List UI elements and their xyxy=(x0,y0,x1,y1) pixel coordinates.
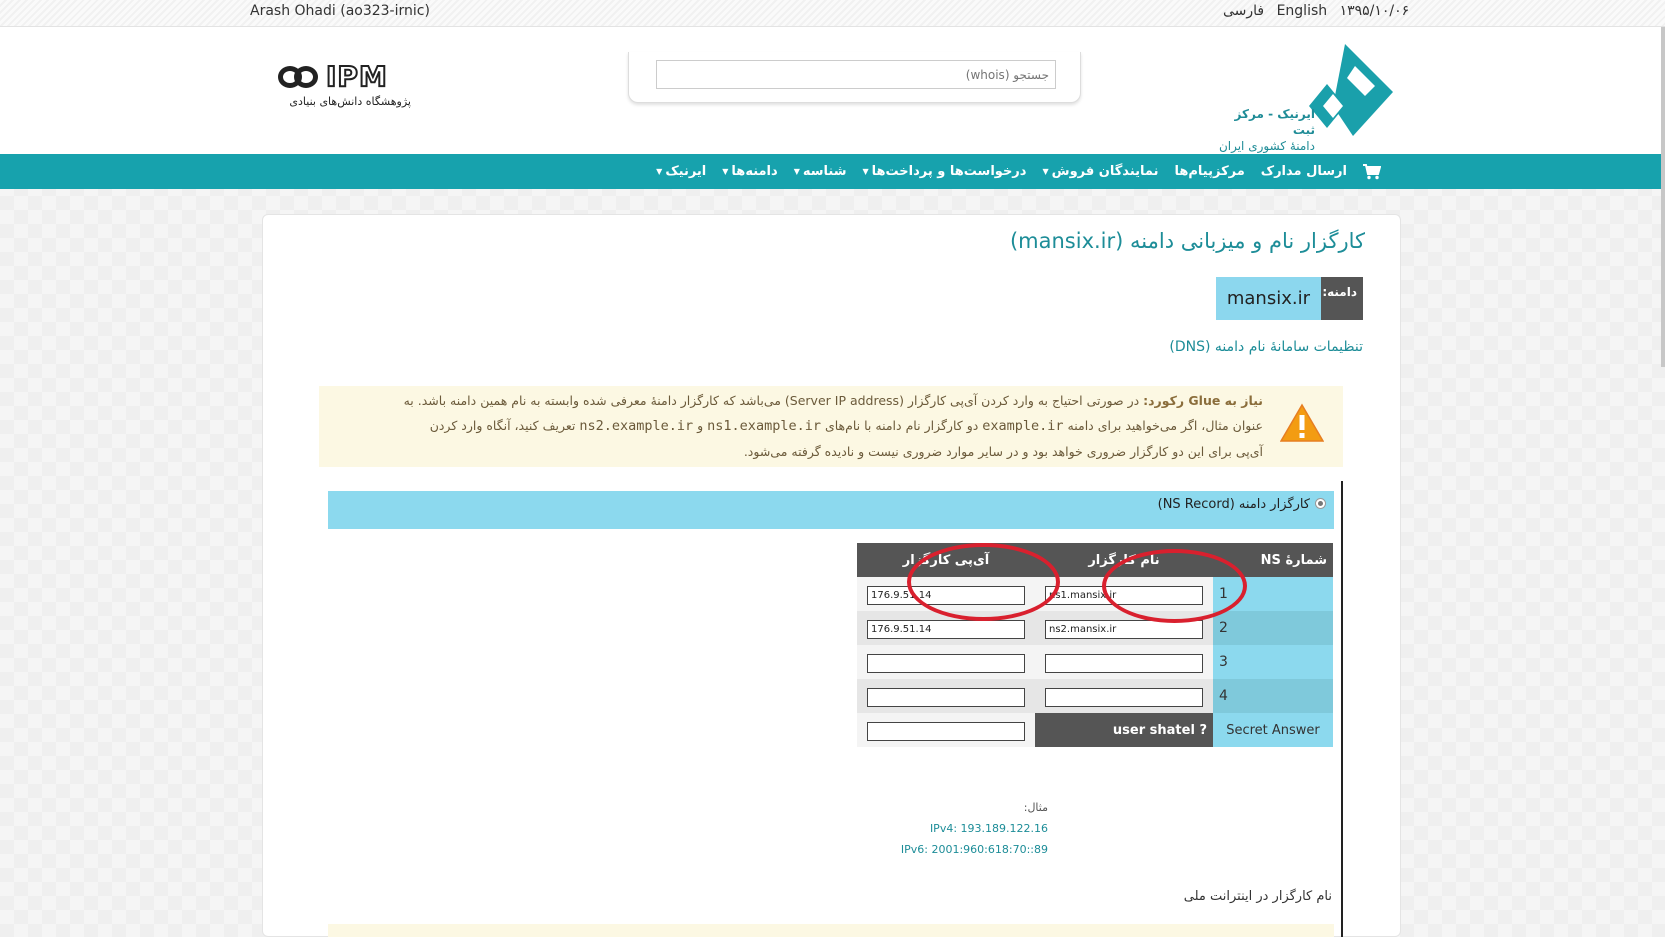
ip-example: مثال: IPv4: 193.189.122.16 IPv6: 2001:96… xyxy=(848,797,1048,860)
ipm-subtitle: پژوهشگاه دانش‌های بنیادی xyxy=(289,95,411,108)
ns-number: 2 xyxy=(1213,611,1333,645)
warning-example-ns1: ns1.example.ir xyxy=(707,418,821,434)
table-row: Secret Answer user shatel ? xyxy=(857,713,1333,747)
whois-search-box xyxy=(628,52,1081,103)
table-row: 3 xyxy=(857,645,1333,679)
user-name[interactable]: Arash Ohadi (ao323-irnic) xyxy=(250,3,430,19)
table-row: 4 xyxy=(857,679,1333,713)
nav-messages-label: مرکزپیام‌ها xyxy=(1174,164,1245,179)
nav-cart[interactable] xyxy=(1355,163,1397,180)
ns3-name-input[interactable] xyxy=(1045,654,1203,673)
caret-down-icon: ▼ xyxy=(722,167,729,176)
warning-text-2a: عنوان مثال، اگر می‌خواهید برای دامنه xyxy=(1063,418,1263,433)
secret-answer-input[interactable] xyxy=(867,722,1025,741)
warning-line-1: نیاز به Glue رکورد: در صورتی احتیاج به و… xyxy=(329,388,1263,413)
nav-documents[interactable]: ارسال مدارک xyxy=(1253,164,1355,179)
nav-domains-label: دامنه‌ها xyxy=(731,164,778,179)
ns3-ip-input[interactable] xyxy=(867,654,1025,673)
nav-domains[interactable]: دامنه‌ها ▼ xyxy=(714,164,785,179)
page-title: کارگزار نام و میزبانی دامنه (mansix.ir) xyxy=(1009,229,1365,253)
national-intranet-heading: نام کارگزار در اینترانت ملی xyxy=(1183,889,1332,904)
ipm-logo[interactable]: IPM پژوهشگاه دانش‌های بنیادی xyxy=(278,60,418,123)
caret-down-icon: ▼ xyxy=(656,167,663,176)
ns-record-label: کارگزار دامنه (NS Record) xyxy=(1157,497,1310,512)
ns-number: 4 xyxy=(1213,679,1333,713)
warning-line-2: عنوان مثال، اگر می‌خواهید برای دامنه exa… xyxy=(329,413,1263,439)
secret-question: user shatel ? xyxy=(1035,713,1213,747)
warning-triangle-icon xyxy=(1280,403,1324,442)
nav-handle-label: شناسه xyxy=(802,164,847,179)
annotation-circle-name xyxy=(1102,549,1247,623)
whois-search-input[interactable] xyxy=(656,60,1056,89)
ns4-name-input[interactable] xyxy=(1045,688,1203,707)
domain-label: دامنه: xyxy=(1321,277,1363,320)
lang-en-link[interactable]: English xyxy=(1277,3,1328,19)
warning-text-2c: و xyxy=(693,418,708,433)
table-row: 2 xyxy=(857,611,1333,645)
shopping-cart-icon xyxy=(1363,163,1381,179)
irnic-name: ایرنیک - مرکز ثبت xyxy=(1234,107,1315,137)
scrollbar[interactable] xyxy=(1661,27,1665,367)
ns4-ip-input[interactable] xyxy=(867,688,1025,707)
main-panel: کارگزار نام و میزبانی دامنه (mansix.ir) … xyxy=(262,214,1401,937)
irnic-subtitle: دامنهٔ کشوری ایران xyxy=(1218,139,1315,153)
annotation-circle-ip xyxy=(907,543,1060,621)
domain-value: mansix.ir xyxy=(1215,277,1321,320)
irnic-logo-text: ایرنیک - مرکز ثبت دامنهٔ کشوری ایران xyxy=(1215,106,1315,154)
ipm-logo-text: IPM xyxy=(325,60,388,93)
main-nav: ایرنیک ▼ دامنه‌ها ▼ شناسه ▼ درخواست‌ها و پر… xyxy=(0,154,1665,189)
example-ipv6: IPv6: 2001:960:618:70::89 xyxy=(900,843,1048,856)
ns-number: 3 xyxy=(1213,645,1333,679)
domain-tag: دامنه: mansix.ir xyxy=(1215,277,1363,320)
warning-text-1: در صورتی احتیاج به وارد کردن آی‌پی کارگز… xyxy=(403,393,1144,408)
national-warning-strip xyxy=(328,924,1334,937)
nav-requests[interactable]: درخواست‌ها و پرداخت‌ها ▼ xyxy=(854,164,1034,179)
nav-irnic[interactable]: ایرنیک ▼ xyxy=(648,164,714,179)
top-bar: Arash Ohadi (ao323-irnic) فارسی English … xyxy=(0,0,1665,27)
dns-settings-heading: تنظیمات سامانهٔ نام دامنه (DNS) xyxy=(1169,339,1363,355)
warning-bold: نیاز به Glue رکورد: xyxy=(1143,393,1263,408)
nav-messages[interactable]: مرکزپیام‌ها xyxy=(1166,164,1252,179)
nav-documents-label: ارسال مدارک xyxy=(1260,164,1347,179)
ns-record-radio[interactable] xyxy=(1315,498,1326,509)
nav-handle[interactable]: شناسه ▼ xyxy=(786,164,855,179)
nav-resellers-label: نمایندگان فروش xyxy=(1051,164,1159,179)
divider-line xyxy=(1341,481,1343,937)
warning-text-2d: تعریف کنید، آنگاه وارد کردن xyxy=(429,418,580,433)
ns2-ip-input[interactable] xyxy=(867,620,1025,639)
warning-line-3: آی‌پی برای این دو کارگزار ضروری خواهد بو… xyxy=(743,444,1263,459)
ns-record-option[interactable]: کارگزار دامنه (NS Record) xyxy=(328,491,1334,529)
language-date: فارسی English ۱۳۹۵/۱۰/۰۶ xyxy=(1215,3,1409,19)
example-label: مثال: xyxy=(1023,801,1048,814)
irnic-logo[interactable]: ایرنیک - مرکز ثبت دامنهٔ کشوری ایران xyxy=(1215,44,1400,153)
site-header: IPM پژوهشگاه دانش‌های بنیادی ایرنیک - مر… xyxy=(0,27,1665,154)
warning-example-domain: example.ir xyxy=(982,418,1064,434)
nav-resellers[interactable]: نمایندگان فروش ▼ xyxy=(1034,164,1166,179)
lang-fa-link[interactable]: فارسی xyxy=(1223,3,1264,19)
warning-example-ns2: ns2.example.ir xyxy=(579,418,694,434)
example-ipv4: IPv4: 193.189.122.16 xyxy=(929,822,1048,835)
caret-down-icon: ▼ xyxy=(1042,167,1049,176)
warning-text-2b: دو کارگزار نام دامنه با نام‌های xyxy=(820,418,983,433)
nav-irnic-label: ایرنیک xyxy=(665,164,707,179)
caret-down-icon: ▼ xyxy=(793,167,800,176)
glue-record-warning: نیاز به Glue رکورد: در صورتی احتیاج به و… xyxy=(319,386,1343,467)
current-date: ۱۳۹۵/۱۰/۰۶ xyxy=(1339,3,1410,19)
nav-requests-label: درخواست‌ها و پرداخت‌ها xyxy=(871,164,1027,179)
caret-down-icon: ▼ xyxy=(862,167,869,176)
secret-answer-label: Secret Answer xyxy=(1213,713,1333,747)
ipm-rings-icon xyxy=(278,64,322,90)
